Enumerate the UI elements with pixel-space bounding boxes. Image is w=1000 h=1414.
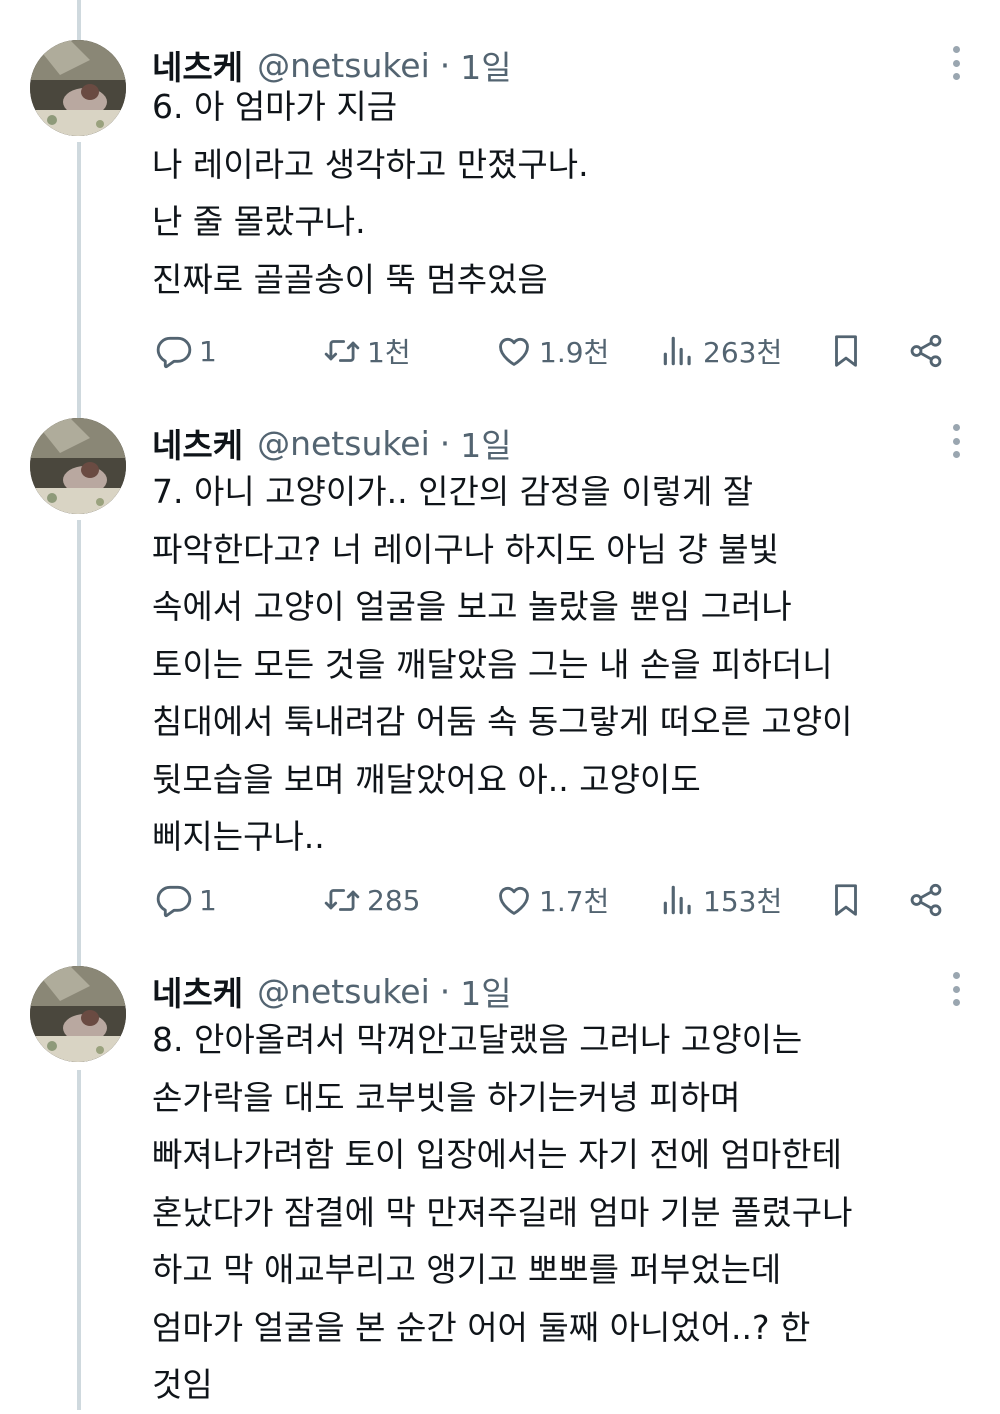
tweet-text: 6. 아 엄마가 지금 나 레이라고 생각하고 만졌구나. 난 줄 몰랐구나. … (152, 78, 982, 308)
views-button[interactable]: 263천 (659, 329, 782, 373)
tweet-text-line: 토이는 모든 것을 깨달았음 그는 내 손을 피하더니 (152, 644, 833, 684)
tweet-text-line: 빠져나가려함 토이 입장에서는 자기 전에 엄마한테 (152, 1135, 843, 1174)
bookmark-icon (835, 335, 857, 367)
reply-icon (156, 885, 192, 918)
tweet-text-line: 8. 안아올려서 막껴안고달랬음 그러나 고양이는 (152, 1020, 803, 1059)
bookmark-icon (835, 884, 857, 916)
tweet-text-line: 혼났다가 잠결에 막 만져주길래 엄마 기분 풀렸구나 (152, 1192, 853, 1232)
more-icon[interactable] (950, 424, 962, 458)
tweet-text-line: 뒷모습을 보며 깨달았어요 아.. 고양이도 (152, 759, 701, 799)
retweet-icon (324, 340, 360, 362)
tweet-header: 네츠케 @netsukei · 1일 (152, 966, 512, 1016)
reply-button[interactable]: 1 (155, 878, 217, 922)
reply-count: 1 (199, 883, 217, 917)
retweet-count: 1천 (367, 336, 411, 369)
share-button[interactable] (907, 878, 945, 922)
reply-button[interactable]: 1 (155, 329, 217, 373)
separator-dot: · (439, 423, 451, 463)
heart-icon (499, 886, 529, 915)
tweet-text-line: 난 줄 몰랐구나. (152, 202, 366, 241)
separator-dot: · (439, 971, 451, 1011)
share-icon (910, 334, 942, 368)
retweet-icon (324, 889, 360, 911)
tweet-text-line: 손가락을 대도 코부빗을 하기는커녕 피하며 (152, 1077, 741, 1117)
more-icon[interactable] (950, 972, 962, 1006)
tweet-header: 네츠케 @netsukei · 1일 (152, 418, 512, 468)
tweet-text: 8. 안아올려서 막껴안고달랬음 그러나 고양이는 손가락을 대도 코부빗을 하… (152, 1011, 982, 1414)
timestamp[interactable]: 1일 (460, 967, 511, 1015)
avatar-photo (30, 418, 126, 514)
like-count: 1.7천 (539, 885, 610, 918)
display-name[interactable]: 네츠케 (152, 967, 243, 1015)
like-button[interactable]: 1.7천 (495, 878, 609, 922)
views-icon (663, 885, 691, 915)
action-bar: 1 285 1.7천 153천 (155, 878, 955, 922)
tweet-text: 7. 아니 고양이가.. 인간의 감정을 이렇게 잘 파악한다고? 너 레이구나… (152, 463, 982, 866)
user-handle[interactable]: @netsukei (257, 972, 430, 1011)
avatar[interactable] (30, 966, 126, 1062)
tweet-text-line: 삐지는구나.. (152, 817, 325, 856)
like-count: 1.9천 (539, 336, 610, 369)
action-bar: 1 1천 1.9천 263천 (155, 329, 955, 373)
reply-count: 1 (199, 334, 217, 368)
tweet-text-line: 엄마가 얼굴을 본 순간 어어 둘째 아니었어..? 한 (152, 1307, 811, 1347)
views-count: 263천 (703, 336, 783, 369)
tweet-text-line: 6. 아 엄마가 지금 (152, 87, 398, 126)
thread-line (77, 520, 81, 970)
timestamp[interactable]: 1일 (460, 419, 511, 467)
share-icon (910, 883, 942, 917)
avatar[interactable] (30, 418, 126, 514)
tweet-text-line: 것임 (152, 1365, 213, 1404)
views-count: 153천 (703, 885, 783, 918)
thread-line (77, 142, 81, 420)
retweet-count: 285 (367, 883, 421, 917)
views-icon (663, 336, 691, 366)
avatar[interactable] (30, 40, 126, 136)
reply-icon (156, 336, 192, 369)
tweet-text-line: 나 레이라고 생각하고 만졌구나. (152, 144, 589, 184)
avatar-photo (30, 40, 126, 136)
views-button[interactable]: 153천 (659, 878, 782, 922)
heart-icon (499, 337, 529, 366)
thread-line (77, 0, 81, 40)
like-button[interactable]: 1.9천 (495, 329, 609, 373)
share-button[interactable] (907, 329, 945, 373)
tweet-text-line: 파악한다고? 너 레이구나 하지도 아님 걍 불빛 (152, 529, 779, 569)
bookmark-button[interactable] (827, 329, 865, 373)
tweet-text-line: 7. 아니 고양이가.. 인간의 감정을 이렇게 잘 (152, 472, 754, 511)
tweet-text-line: 진짜로 골골송이 뚝 멈추었음 (152, 259, 548, 299)
tweet-text-line: 침대에서 툭내려감 어둠 속 동그랗게 떠오른 고양이 (152, 702, 853, 741)
tweet-text-line: 속에서 고양이 얼굴을 보고 놀랐을 뿐임 그러나 (152, 587, 792, 626)
tweet-text-line: 하고 막 애교부리고 앵기고 뽀뽀를 퍼부었는데 (152, 1250, 782, 1289)
more-icon[interactable] (950, 46, 962, 80)
display-name[interactable]: 네츠케 (152, 419, 243, 467)
thread-line (77, 1070, 81, 1410)
user-handle[interactable]: @netsukei (257, 424, 430, 463)
retweet-button[interactable]: 285 (323, 878, 420, 922)
avatar-photo (30, 966, 126, 1062)
retweet-button[interactable]: 1천 (323, 329, 411, 373)
bookmark-button[interactable] (827, 878, 865, 922)
